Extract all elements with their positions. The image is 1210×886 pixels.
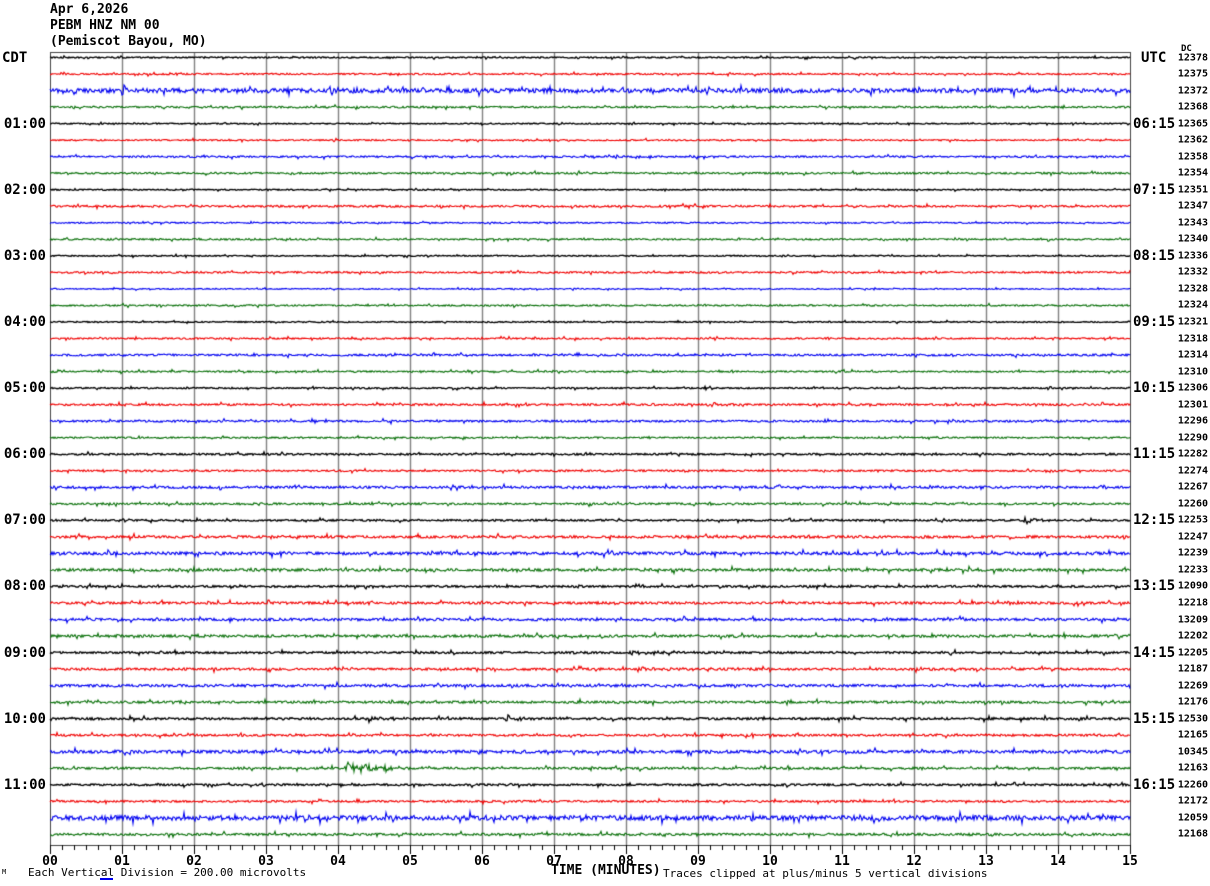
- x-tick-label: 14: [1050, 854, 1066, 869]
- left-hour-label: 06:00: [3, 446, 46, 463]
- dc-offset-value: 12239: [1177, 547, 1208, 559]
- left-hour-label: 08:00: [3, 578, 46, 595]
- dc-offset-value: 12172: [1177, 795, 1208, 807]
- dc-offset-value: 12343: [1177, 217, 1208, 229]
- dc-offset-value: 12321: [1177, 316, 1208, 328]
- dc-offset-value: 12368: [1177, 101, 1208, 113]
- x-tick-label: 05: [402, 854, 418, 869]
- dc-offset-value: 12296: [1177, 415, 1208, 427]
- clip-note: Traces clipped at plus/minus 5 vertical …: [663, 867, 988, 880]
- dc-offset-value: 12347: [1177, 200, 1208, 212]
- x-tick-label: 15: [1122, 854, 1138, 869]
- corner-mark: M: [2, 868, 7, 876]
- title-station: PEBM HNZ NM 00: [50, 18, 160, 33]
- left-hour-label: 09:00: [3, 644, 46, 661]
- dc-offset-value: 12260: [1177, 779, 1208, 791]
- left-timezone-label: CDT: [2, 50, 28, 66]
- dc-offset-value: 12218: [1177, 597, 1208, 609]
- left-hour-label: 01:00: [3, 115, 46, 132]
- dc-offset-value: 12358: [1177, 151, 1208, 163]
- dc-offset-value: 12267: [1177, 481, 1208, 493]
- dc-offset-value: 12269: [1177, 680, 1208, 692]
- dc-offset-value: 12530: [1177, 713, 1208, 725]
- dc-offset-value: 12340: [1177, 233, 1208, 245]
- left-hour-label: 11:00: [3, 776, 46, 793]
- dc-offset-value: 12301: [1177, 399, 1208, 411]
- dc-offset-value: 12282: [1177, 448, 1208, 460]
- dc-offset-value: 12233: [1177, 564, 1208, 576]
- dc-offset-value: 12324: [1177, 299, 1208, 311]
- dc-offset-value: 12202: [1177, 630, 1208, 642]
- x-tick-label: 06: [474, 854, 490, 869]
- left-hour-label: 07:00: [3, 512, 46, 529]
- dc-offset-value: 12163: [1177, 762, 1208, 774]
- dc-offset-value: 12378: [1177, 52, 1208, 63]
- dc-offset-value: 12274: [1177, 465, 1208, 477]
- left-hour-label: 03:00: [3, 247, 46, 264]
- blue-underline-artifact: [100, 878, 113, 880]
- dc-offset-value: 12375: [1177, 68, 1208, 80]
- dc-offset-value: 12253: [1177, 514, 1208, 526]
- x-axis-title: TIME (MINUTES): [551, 863, 661, 878]
- dc-offset-value: 12090: [1177, 580, 1208, 592]
- dc-offset-value: 12168: [1177, 828, 1208, 840]
- dc-offset-value: 12176: [1177, 696, 1208, 708]
- left-hour-label: 05:00: [3, 380, 46, 397]
- dc-offset-value: 12260: [1177, 498, 1208, 510]
- dc-offset-value: 12328: [1177, 283, 1208, 295]
- dc-offset-value: 12247: [1177, 531, 1208, 543]
- dc-offset-value: 12059: [1177, 812, 1208, 824]
- scale-note: Each Vertical Division = 200.00 microvol…: [28, 866, 307, 879]
- dc-offset-value: 13209: [1177, 614, 1208, 626]
- dc-offset-value: 12205: [1177, 647, 1208, 659]
- dc-offset-value: 12365: [1177, 118, 1208, 130]
- dc-offset-value: 12306: [1177, 382, 1208, 394]
- x-tick-label: 04: [330, 854, 346, 869]
- left-hour-label: 10:00: [3, 710, 46, 727]
- seismogram-canvas: [0, 0, 1210, 886]
- title-location: (Pemiscot Bayou, MO): [50, 34, 207, 49]
- dc-offset-value: 12332: [1177, 266, 1208, 278]
- dc-offset-value: 12354: [1177, 167, 1208, 179]
- dc-offset-value: 10345: [1177, 746, 1208, 758]
- dc-offset-value: 12187: [1177, 663, 1208, 675]
- dc-offset-value: 12318: [1177, 333, 1208, 344]
- dc-offset-value: 12310: [1177, 366, 1208, 378]
- left-hour-label: 04:00: [3, 313, 46, 330]
- dc-offset-value: 12290: [1177, 432, 1208, 444]
- left-hour-label: 02:00: [3, 181, 46, 198]
- dc-offset-value: 12165: [1177, 729, 1208, 741]
- plot-title: Apr 6,2026 PEBM HNZ NM 00 (Pemiscot Bayo…: [50, 2, 207, 50]
- title-date: Apr 6,2026: [50, 2, 129, 17]
- dc-offset-value: 12351: [1177, 184, 1208, 196]
- right-timezone-label: UTC: [1141, 50, 1167, 66]
- dc-offset-value: 12336: [1177, 250, 1208, 262]
- dc-offset-value: 12372: [1177, 85, 1208, 97]
- dc-offset-value: 12314: [1177, 349, 1208, 361]
- dc-offset-value: 12362: [1177, 134, 1208, 146]
